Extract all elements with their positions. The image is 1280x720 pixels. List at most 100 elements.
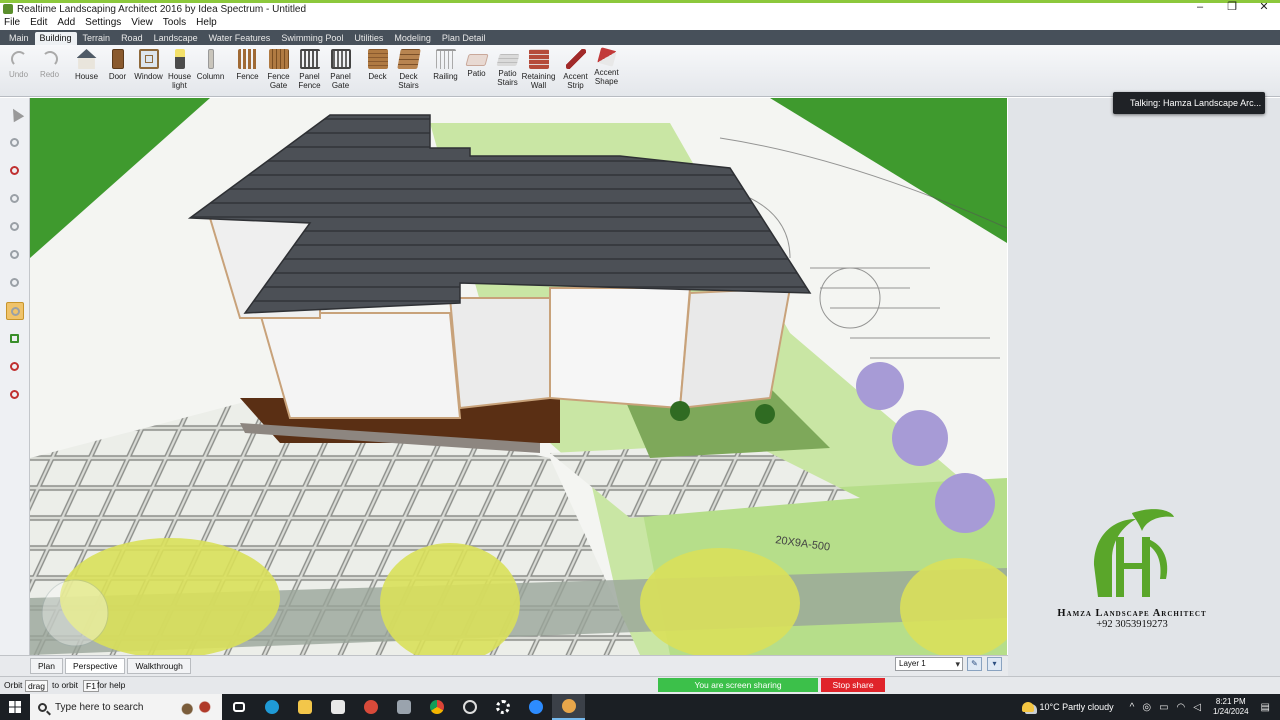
patio-stairs-button[interactable]: Patio Stairs xyxy=(492,45,523,96)
tab-terrain[interactable]: Terrain xyxy=(78,32,116,45)
zoom-app-icon xyxy=(528,700,543,714)
tab-water-features[interactable]: Water Features xyxy=(204,32,276,45)
system-tray: 10°C Partly cloudy ^ ◎ ▭ ◠ ◁ 8:21 PM 1/2… xyxy=(1022,694,1280,720)
status-drag-hint: to orbit xyxy=(52,680,78,690)
orbit-tool[interactable] xyxy=(5,302,24,320)
wifi-icon[interactable]: ◠ xyxy=(1177,702,1186,713)
menu-add[interactable]: Add xyxy=(57,17,75,28)
accent-shape-button[interactable]: Accent Shape xyxy=(591,45,622,96)
tab-road[interactable]: Road xyxy=(116,32,148,45)
clock[interactable]: 8:21 PM 1/24/2024 xyxy=(1213,697,1249,717)
partly-cloudy-icon xyxy=(1022,702,1035,712)
app-button-2[interactable] xyxy=(387,694,420,720)
tab-plan[interactable]: Plan xyxy=(30,658,64,674)
rotate-tool[interactable] xyxy=(6,134,24,152)
chrome-button[interactable] xyxy=(420,694,453,720)
accent-strip-button[interactable]: Accent Strip xyxy=(560,45,591,96)
edge-icon xyxy=(264,700,279,714)
settings-button[interactable] xyxy=(486,694,519,720)
grid-tool[interactable] xyxy=(6,330,24,348)
curve-tool[interactable] xyxy=(6,190,24,208)
house-button[interactable]: House xyxy=(71,45,102,96)
patio-icon xyxy=(464,54,489,66)
redo-button[interactable]: Redo xyxy=(34,45,65,96)
ribbon-tabs: Main Building Terrain Road Landscape Wat… xyxy=(0,30,1280,45)
house-light-button[interactable]: House light xyxy=(164,45,195,96)
tab-swimming-pool[interactable]: Swimming Pool xyxy=(276,32,348,45)
layer-edit-button[interactable]: ✎ xyxy=(967,657,982,671)
app-button-1[interactable] xyxy=(354,694,387,720)
store-button[interactable] xyxy=(321,694,354,720)
landscaping-app-button[interactable] xyxy=(552,694,585,720)
panel-gate-button[interactable]: Panel Gate xyxy=(325,45,356,96)
battery-icon[interactable]: ▭ xyxy=(1159,702,1168,713)
close-button[interactable]: ✕ xyxy=(1248,0,1280,15)
pointer-icon xyxy=(7,105,24,123)
edge-button[interactable] xyxy=(255,694,288,720)
status-mode: Orbit xyxy=(4,680,23,690)
menu-file[interactable]: File xyxy=(4,17,20,28)
tab-plan-detail[interactable]: Plan Detail xyxy=(437,32,491,45)
compass-control[interactable] xyxy=(41,579,109,647)
tab-perspective[interactable]: Perspective xyxy=(65,658,126,674)
building-toolbar: Undo Redo House Door Window House light … xyxy=(0,45,1280,97)
maximize-button[interactable]: ❐ xyxy=(1216,0,1248,15)
tab-modeling[interactable]: Modeling xyxy=(389,32,436,45)
pan-tool[interactable] xyxy=(6,218,24,236)
menu-bar: File Edit Add Settings View Tools Help xyxy=(0,15,1280,29)
railing-button[interactable]: Railing xyxy=(430,45,461,96)
notifications-icon[interactable]: ▤ xyxy=(1261,702,1270,713)
zoom-extents-tool[interactable] xyxy=(6,274,24,292)
perspective-viewport[interactable]: 20X9A-500 xyxy=(30,98,1007,655)
tab-utilities[interactable]: Utilities xyxy=(349,32,388,45)
task-view-button[interactable] xyxy=(222,694,255,720)
edit-tool[interactable] xyxy=(6,162,24,180)
deck-stairs-button[interactable]: Deck Stairs xyxy=(393,45,424,96)
chevron-up-icon[interactable]: ^ xyxy=(1130,702,1135,713)
volume-icon[interactable]: ◁ xyxy=(1193,702,1201,713)
undo-button[interactable]: Undo xyxy=(3,45,34,96)
door-button[interactable]: Door xyxy=(102,45,133,96)
screen-sharing-indicator[interactable]: You are screen sharing xyxy=(658,678,818,692)
zoom-button[interactable] xyxy=(519,694,552,720)
network-icon[interactable]: ◎ xyxy=(1142,702,1151,713)
menu-view[interactable]: View xyxy=(131,17,153,28)
magnet-tool[interactable] xyxy=(6,358,24,376)
window-button[interactable]: Window xyxy=(133,45,164,96)
start-button[interactable] xyxy=(0,694,30,720)
fence-button[interactable]: Fence xyxy=(232,45,263,96)
taskbar-search[interactable]: Type here to search xyxy=(30,694,222,720)
stop-share-button[interactable]: Stop share xyxy=(821,678,885,692)
snap-tool[interactable] xyxy=(6,386,24,404)
patio-button[interactable]: Patio xyxy=(461,45,492,96)
chevron-down-icon: ▾ xyxy=(992,659,997,668)
layer-dropdown[interactable]: Layer 1 xyxy=(895,657,963,671)
minimize-button[interactable]: – xyxy=(1184,0,1216,15)
panel-fence-button[interactable]: Panel Fence xyxy=(294,45,325,96)
search-highlight-image xyxy=(174,697,218,717)
deck-button[interactable]: Deck xyxy=(362,45,393,96)
menu-tools[interactable]: Tools xyxy=(163,17,186,28)
weather-widget[interactable]: 10°C Partly cloudy xyxy=(1022,702,1114,712)
zoom-tool[interactable] xyxy=(6,246,24,264)
menu-help[interactable]: Help xyxy=(196,17,217,28)
fence-gate-button[interactable]: Fence Gate xyxy=(263,45,294,96)
select-tool[interactable] xyxy=(6,105,24,124)
tab-landscape[interactable]: Landscape xyxy=(149,32,203,45)
menu-settings[interactable]: Settings xyxy=(85,17,121,28)
retaining-wall-button[interactable]: Retaining Wall xyxy=(522,45,555,96)
watermark-logo: Hamza Landscape Architect +92 3053919273 xyxy=(1046,505,1218,630)
column-button[interactable]: Column xyxy=(195,45,226,96)
menu-edit[interactable]: Edit xyxy=(30,17,47,28)
tab-building[interactable]: Building xyxy=(34,32,77,45)
door-icon xyxy=(111,49,124,69)
tab-walkthrough[interactable]: Walkthrough xyxy=(127,658,191,674)
window-icon xyxy=(138,49,159,69)
layer-menu-button[interactable]: ▾ xyxy=(987,657,1002,671)
clock-date: 1/24/2024 xyxy=(1212,707,1249,716)
app-button-3[interactable] xyxy=(453,694,486,720)
file-explorer-button[interactable] xyxy=(288,694,321,720)
fence-gate-icon xyxy=(268,49,289,69)
talking-notification: Talking: Hamza Landscape Arc... xyxy=(1113,92,1265,114)
tab-main[interactable]: Main xyxy=(4,32,34,45)
